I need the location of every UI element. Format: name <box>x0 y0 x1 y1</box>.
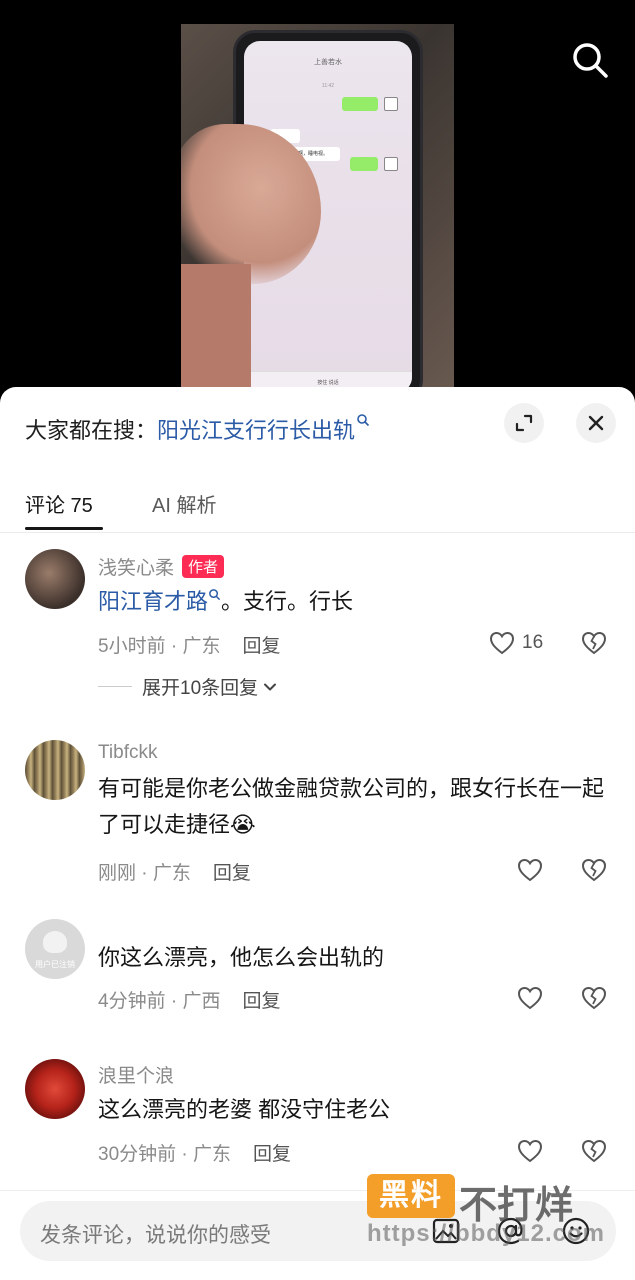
chat-bubble <box>342 97 378 111</box>
tab-ai-analysis[interactable]: AI 解析 <box>152 489 216 518</box>
image-icon[interactable] <box>430 1215 462 1247</box>
like-count: 16 <box>522 632 544 653</box>
chat-bubble <box>350 157 378 171</box>
author-badge: 作者 <box>182 555 225 578</box>
expand-replies-button[interactable]: 展开10条回复 <box>98 673 278 700</box>
trending-link[interactable]: 阳光江支行行长出轨 <box>157 418 355 443</box>
comment-input[interactable]: 发条评论，说说你的感受 <box>20 1201 616 1261</box>
comment-text: 这么漂亮的老婆 都没守住老公 <box>98 1097 391 1122</box>
search-icon <box>357 414 370 427</box>
trending-prefix: 大家都在搜： <box>25 418 158 443</box>
phone-chat-time: 11:42 <box>321 83 335 89</box>
tab-comments[interactable]: 评论 75 <box>25 489 93 518</box>
active-tab-indicator <box>25 527 103 530</box>
close-icon <box>588 415 604 431</box>
like-button[interactable]: 16 <box>488 629 543 657</box>
reply-button[interactable]: 回复 <box>213 863 251 884</box>
avatar[interactable] <box>25 1059 85 1119</box>
close-button[interactable] <box>576 403 616 443</box>
comment-meta: 30分钟前 · 广东 回复 <box>98 1139 291 1166</box>
heart-icon[interactable] <box>516 856 544 884</box>
avatar[interactable] <box>25 740 85 800</box>
comment-sheet: 大家都在搜：阳光江支行行长出轨 评论 75 AI 解析 浅笑心柔 作者 阳江育才路… <box>0 387 635 1280</box>
comment-time-location: 5小时前 · 广东 <box>98 636 221 657</box>
chevron-down-icon <box>264 683 277 690</box>
video-frame: 上善若水 11:42 你老婆出去啊，睡电视。 按住 说话 <box>181 24 454 400</box>
comment-meta: 4分钟前 · 广西 回复 <box>98 986 280 1013</box>
reply-button[interactable]: 回复 <box>242 991 280 1012</box>
broken-heart-icon[interactable] <box>580 629 608 657</box>
divider <box>98 686 132 687</box>
comment-input-placeholder: 发条评论，说说你的感受 <box>40 1224 271 1247</box>
comment-time-location: 刚刚 · 广东 <box>98 863 191 884</box>
comment-tabs: 评论 75 AI 解析 <box>0 483 635 533</box>
comment-username[interactable]: 浪里个浪 <box>98 1061 174 1088</box>
trending-search: 大家都在搜：阳光江支行行长出轨 <box>25 413 370 445</box>
chat-avatar <box>384 157 398 171</box>
reply-button[interactable]: 回复 <box>253 1144 291 1165</box>
phone-chat-title: 上善若水 <box>314 59 342 66</box>
expand-button[interactable] <box>504 403 544 443</box>
comment-link[interactable]: 阳江育才路 <box>98 589 208 614</box>
video-player[interactable]: 上善若水 11:42 你老婆出去啊，睡电视。 按住 说话 <box>0 0 635 400</box>
avatar-label: 用户已注销 <box>35 960 75 969</box>
broken-heart-icon[interactable] <box>580 1137 608 1165</box>
comment-text-rest: 。支行。行长 <box>221 589 354 614</box>
comment-meta: 5小时前 · 广东 回复 <box>98 631 280 658</box>
comment-time-location: 4分钟前 · 广西 <box>98 991 221 1012</box>
heart-icon[interactable] <box>516 1137 544 1165</box>
chat-avatar <box>384 97 398 111</box>
expand-replies-label: 展开10条回复 <box>142 678 259 699</box>
comment-input-bar: 发条评论，说说你的感受 <box>0 1190 635 1280</box>
avatar[interactable]: 用户已注销 <box>25 919 85 979</box>
at-icon[interactable] <box>495 1215 527 1247</box>
comment-text: 有可能是你老公做金融贷款公司的，跟女行长在一起了可以走捷径😭 <box>98 776 605 837</box>
comment-text: 阳江育才路 。支行。行长 <box>98 584 608 620</box>
comment-time-location: 30分钟前 · 广东 <box>98 1144 232 1165</box>
sleeve <box>181 264 251 400</box>
comment-username[interactable]: Tibfckk <box>98 742 157 764</box>
broken-heart-icon[interactable] <box>580 856 608 884</box>
emoji-icon[interactable] <box>560 1215 592 1247</box>
heart-icon[interactable] <box>516 984 544 1012</box>
heart-icon <box>489 631 515 655</box>
comment-meta: 刚刚 · 广东 回复 <box>98 858 251 885</box>
avatar[interactable] <box>25 549 85 609</box>
search-button[interactable] <box>568 38 612 82</box>
comment-text: 你这么漂亮，他怎么会出轨的 <box>98 945 385 970</box>
reply-button[interactable]: 回复 <box>242 636 280 657</box>
expand-icon <box>515 414 533 432</box>
search-icon <box>209 589 221 601</box>
username-text[interactable]: 浅笑心柔 <box>98 558 174 579</box>
broken-heart-icon[interactable] <box>580 984 608 1012</box>
comment-username[interactable]: 浅笑心柔 作者 <box>98 553 225 580</box>
avatar-placeholder-icon <box>43 931 67 953</box>
search-icon <box>573 43 608 78</box>
